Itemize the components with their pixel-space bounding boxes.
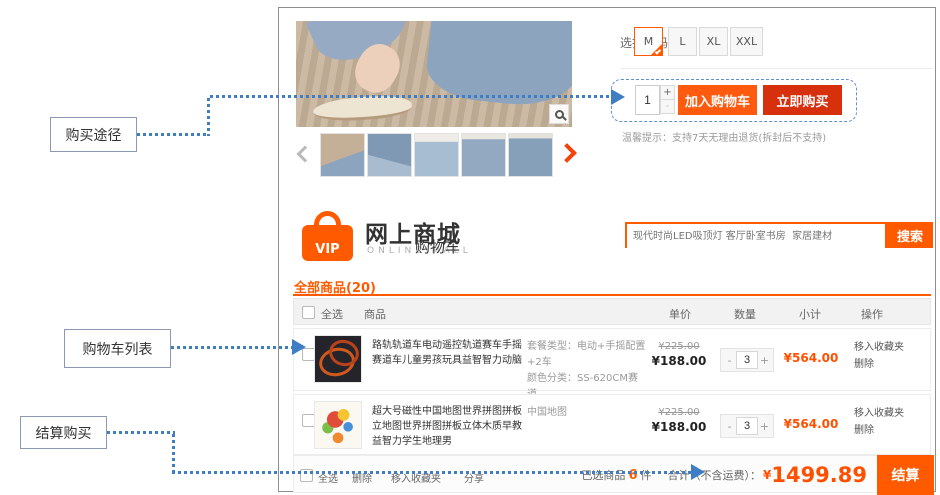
size-option-label: L [679,35,685,48]
divider [620,68,933,69]
quantity-stepper: - + [720,348,774,372]
minus-button[interactable]: - [660,99,675,114]
header-product: 商品 [364,306,386,322]
header-quantity: 数量 [734,306,756,322]
subtotal-cell: ¥564.00 [771,417,851,431]
unit-price-cell: ¥225.00 ¥188.00 [639,407,719,434]
annotation-line [137,133,209,136]
quantity-stepper: - + [720,414,774,438]
header-subtotal: 小计 [799,306,821,322]
header-unit-price: 单价 [669,306,691,322]
checkout-button[interactable]: 结算 [877,455,934,495]
current-price: ¥188.00 [639,354,719,368]
cart-item-row: 超大号磁性中国地图世界拼图拼板立地图世界拼图拼板立体木质早教益智力学生地理男 中… [293,394,931,455]
move-to-favorites-link[interactable]: 移入收藏夹 [854,405,904,422]
product-and-cart-panel: 选择尺码： M L XL XXL + - 加入购物车 立即购买 温馨提示：支持7… [278,7,936,492]
annotation-line [207,98,210,136]
annotation-cart-list: 购物车列表 [64,329,171,368]
minus-button[interactable]: - [723,354,736,367]
section-underline [293,294,931,296]
item-actions: 移入收藏夹 删除 [854,339,904,373]
return-policy-tip: 温馨提示：支持7天无理由退货(拆封后不支持) [622,129,826,144]
page-title: 购物车 [415,236,460,257]
totals-area: 已选商品 6 件 合计（不含运费）： ¥ 1499.89 [581,456,867,494]
thumbnail-4[interactable] [461,133,506,177]
original-price: ¥225.00 [639,407,719,418]
quantity-stepper: + - [660,85,675,115]
selected-count: 6 [628,468,637,483]
annotation-checkout: 结算购买 [20,416,107,449]
size-option-xl[interactable]: XL [699,27,728,56]
thumbnail-1[interactable] [320,133,365,177]
cart-item-spec: 中国地图 [527,405,647,421]
delete-link[interactable]: 删除 [854,356,904,373]
vip-bag-logo-icon: VIP [299,211,355,261]
cart-item-row: 路轨轨道车电动遥控轨道赛车手摇赛道车儿童男孩玩具益智智力动脑 套餐类型：电动+手… [293,328,931,391]
add-to-cart-button[interactable]: 加入购物车 [678,85,757,115]
quantity-input[interactable] [635,85,660,115]
plus-button[interactable]: + [758,420,771,433]
size-option-m[interactable]: M [634,27,663,56]
plus-button[interactable]: + [660,85,675,100]
arrow-icon [691,464,705,480]
annotation-line [210,95,612,98]
total-amount: 1499.89 [771,463,867,487]
item-actions: 移入收藏夹 删除 [854,405,904,439]
buy-now-button[interactable]: 立即购买 [763,85,842,115]
subtotal-cell: ¥564.00 [771,351,851,365]
page: 选择尺码： M L XL XXL + - 加入购物车 立即购买 温馨提示：支持7… [0,0,940,495]
search-box [625,222,887,248]
spec-line: 套餐类型：电动+手摇配置+2车 [527,341,645,368]
cart-footer-bar: 全选 删除 移入收藏夹 分享 已选商品 6 件 合计（不含运费）： ¥ 1499… [293,455,934,493]
arrow-icon [611,89,625,105]
search-button[interactable]: 搜索 [887,222,933,248]
annotation-line [172,471,692,474]
move-to-favorites-link[interactable]: 移入收藏夹 [854,339,904,356]
delete-link[interactable]: 删除 [854,422,904,439]
plus-button[interactable]: + [758,354,771,367]
header-select-all: 全选 [321,306,343,322]
currency-symbol: ¥ [763,468,771,482]
thumbnail-2[interactable] [367,133,412,177]
thumbnail-3[interactable] [414,133,459,177]
cart-item-title[interactable]: 路轨轨道车电动遥控轨道赛车手摇赛道车儿童男孩玩具益智智力动脑 [372,338,528,368]
current-price: ¥188.00 [639,420,719,434]
annotation-line [171,346,293,349]
arrow-icon [292,339,306,355]
quantity-input[interactable] [736,351,758,369]
product-main-image[interactable] [296,21,572,127]
chevron-right-icon[interactable] [557,143,577,163]
annotation-line [172,434,175,474]
cart-item-image[interactable] [314,401,362,449]
size-option-label: XL [707,35,721,48]
search-input[interactable] [627,226,885,248]
selected-label: 已选商品 [581,467,625,483]
size-option-xxl[interactable]: XXL [730,27,763,56]
spec-line: 中国地图 [527,407,567,418]
unit-price-cell: ¥225.00 ¥188.00 [639,341,719,368]
select-all-checkbox[interactable] [302,306,315,319]
header-actions: 操作 [861,306,883,322]
sandal-shape [312,94,413,124]
selected-unit: 件 [640,467,651,483]
cart-item-title[interactable]: 超大号磁性中国地图世界拼图拼板立地图世界拼图拼板立体木质早教益智力学生地理男 [372,404,528,449]
size-option-l[interactable]: L [668,27,697,56]
annotation-purchase-path: 购买途径 [50,117,137,152]
thumbnail-5[interactable] [508,133,553,177]
magnifier-icon[interactable] [549,104,569,124]
minus-button[interactable]: - [723,420,736,433]
chevron-left-icon[interactable] [297,146,314,163]
quantity-input[interactable] [736,417,758,435]
vip-label: VIP [315,242,339,257]
cart-table-header: 全选 商品 单价 数量 小计 操作 [293,298,931,325]
original-price: ¥225.00 [639,341,719,352]
cart-item-image[interactable] [314,335,362,383]
annotation-line [107,431,175,434]
total-label: 合计（不含运费）： [667,467,761,483]
size-option-label: XXL [736,35,757,48]
